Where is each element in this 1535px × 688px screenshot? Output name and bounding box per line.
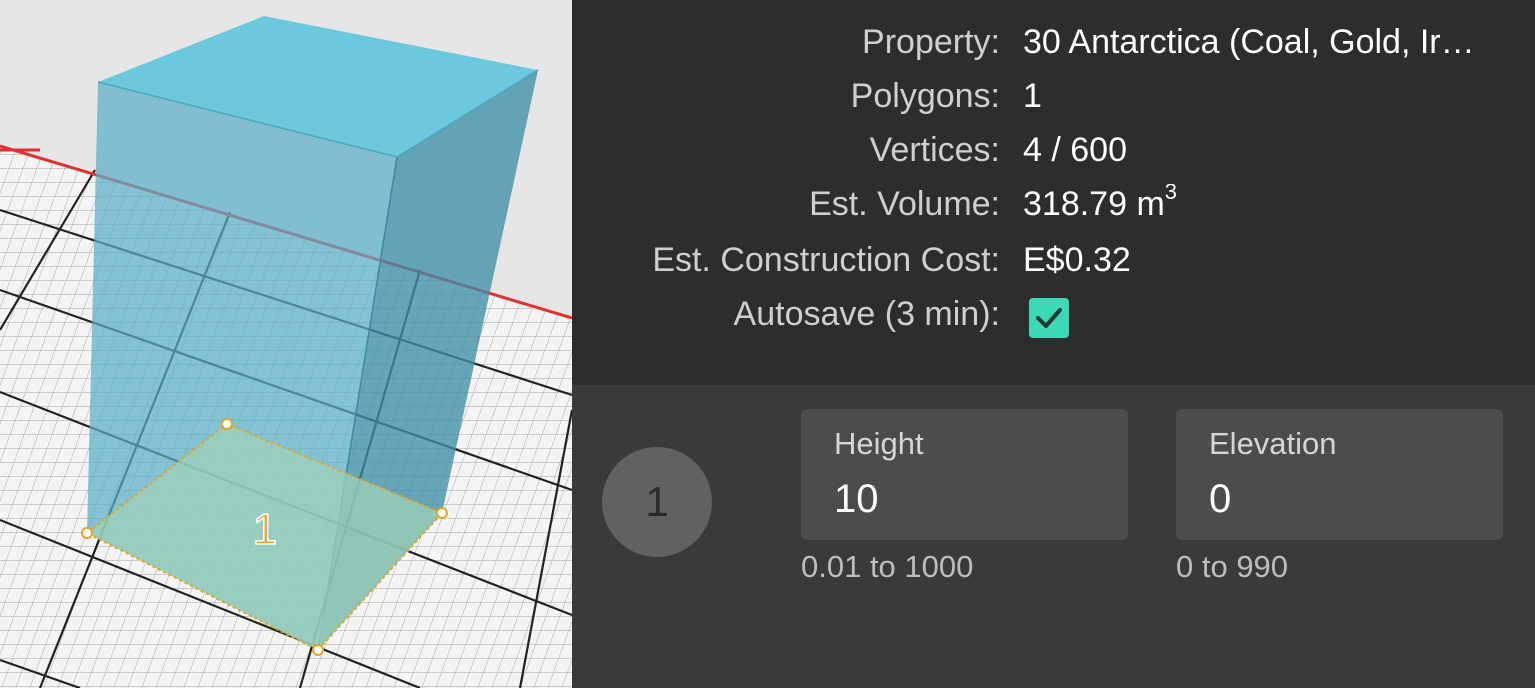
- vertex-handle[interactable]: [81, 527, 93, 539]
- volume-value: 318.79 m3: [1023, 184, 1535, 224]
- volume-unit-exponent: 3: [1164, 184, 1178, 204]
- volume-label: Est. Volume:: [809, 185, 1000, 223]
- height-field[interactable]: Height 10: [801, 409, 1128, 540]
- polygon-number-label: 1: [253, 505, 277, 554]
- elevation-range-hint: 0 to 990: [1176, 549, 1289, 584]
- cost-label: Est. Construction Cost:: [652, 241, 1000, 279]
- cost-row: Est. Construction Cost: E$0.32: [572, 240, 1535, 294]
- elevation-label: Elevation: [1209, 426, 1337, 461]
- properties-panel: Property: 30 Antarctica (Coal, Gold, Ir……: [572, 0, 1535, 688]
- checkmark-icon: [1036, 308, 1062, 328]
- vertices-row: Vertices: 4 / 600: [572, 130, 1535, 184]
- polygons-label: Polygons:: [850, 77, 1000, 115]
- height-range-hint: 0.01 to 1000: [801, 549, 974, 584]
- app-root: 1 Property: 30 Antarctica (Coal, Gold, I…: [0, 0, 1535, 688]
- vertices-value: 4 / 600: [1023, 131, 1127, 169]
- property-value: 30 Antarctica (Coal, Gold, Ir…: [1023, 23, 1475, 61]
- height-input[interactable]: 10: [834, 477, 879, 522]
- scene-canvas[interactable]: 1: [0, 0, 572, 688]
- cost-value: E$0.32: [1023, 241, 1131, 279]
- vertex-handle[interactable]: [221, 418, 233, 430]
- info-section: Property: 30 Antarctica (Coal, Gold, Ir……: [572, 0, 1535, 385]
- polygon-number-badge[interactable]: 1: [602, 447, 712, 557]
- vertex-handle[interactable]: [312, 644, 324, 656]
- 3d-viewport[interactable]: 1: [0, 0, 572, 688]
- vertices-label: Vertices:: [869, 131, 1000, 169]
- autosave-checkbox[interactable]: [1029, 298, 1069, 338]
- elevation-input[interactable]: 0: [1209, 477, 1231, 522]
- elevation-field[interactable]: Elevation 0: [1176, 409, 1503, 540]
- vertex-handle[interactable]: [436, 507, 448, 519]
- volume-number: 318.79 m: [1023, 185, 1165, 223]
- volume-row: Est. Volume: 318.79 m3: [572, 184, 1535, 238]
- polygons-value: 1: [1023, 77, 1042, 115]
- property-label: Property:: [862, 23, 1000, 61]
- polygons-row: Polygons: 1: [572, 76, 1535, 130]
- property-row: Property: 30 Antarctica (Coal, Gold, Ir…: [572, 22, 1535, 76]
- polygon-editor: 1 Height 10 0.01 to 1000 Elevation 0 0 t…: [572, 385, 1535, 688]
- autosave-label: Autosave (3 min):: [733, 295, 1000, 333]
- height-label: Height: [834, 426, 924, 461]
